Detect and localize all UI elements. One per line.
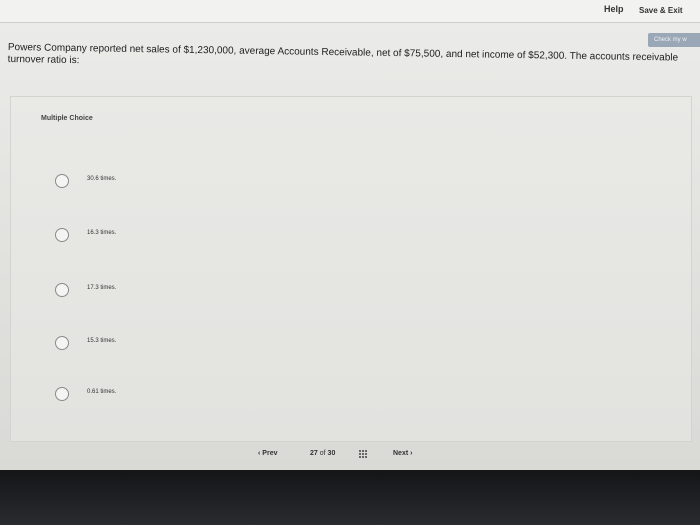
answer-option-label: 0.61 times. xyxy=(87,389,117,395)
prev-label: Prev xyxy=(262,450,278,457)
total-questions: 30 xyxy=(327,450,336,457)
prev-button[interactable]: ‹ Prev xyxy=(258,450,277,457)
question-type-label: Multiple Choice xyxy=(41,115,93,122)
save-exit-link[interactable]: Save & Exit xyxy=(639,6,683,15)
chevron-right-icon: › xyxy=(410,450,413,457)
radio-button[interactable] xyxy=(55,387,69,401)
next-label: Next xyxy=(393,450,409,457)
radio-button[interactable] xyxy=(55,228,69,242)
app-window: Help Save & Exit Check my w Powers Compa… xyxy=(0,0,700,470)
answer-option-label: 30.6 times. xyxy=(87,176,117,182)
next-button[interactable]: Next › xyxy=(393,450,412,457)
answer-option-label: 15.3 times. xyxy=(87,338,117,344)
answer-panel: Multiple Choice 30.6 times. 16.3 times. … xyxy=(10,96,692,442)
page-indicator: 27 of 30 xyxy=(310,450,335,457)
question-text: Powers Company reported net sales of $1,… xyxy=(7,42,679,67)
chevron-left-icon: ‹ xyxy=(258,450,261,457)
dark-bottom-bar xyxy=(0,470,700,525)
top-bar: Help Save & Exit xyxy=(0,0,700,23)
answer-option-label: 17.3 times. xyxy=(87,285,117,291)
current-question-number: 27 xyxy=(310,450,318,457)
help-link[interactable]: Help xyxy=(604,4,624,14)
check-my-work-button[interactable]: Check my w xyxy=(648,33,700,47)
of-label: of xyxy=(319,450,326,457)
grid-icon[interactable] xyxy=(359,450,368,459)
radio-button[interactable] xyxy=(55,174,69,188)
radio-button[interactable] xyxy=(55,283,69,297)
radio-button[interactable] xyxy=(55,336,69,350)
answer-option-label: 16.3 times. xyxy=(87,230,117,236)
